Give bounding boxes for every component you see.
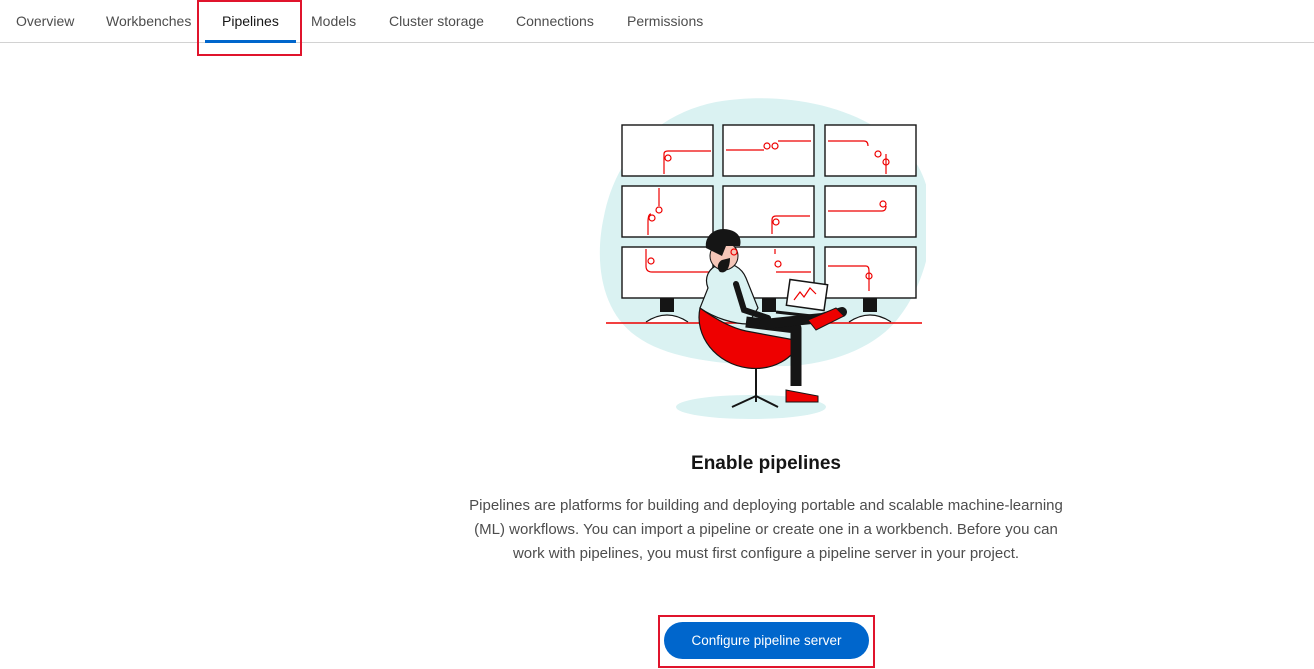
person-at-monitors-illustration [599, 98, 926, 419]
tab-label: Cluster storage [389, 13, 484, 29]
tab-label: Models [311, 13, 357, 29]
empty-state-description: Pipelines are platforms for building and… [469, 497, 1063, 562]
configure-pipeline-server-button[interactable]: Configure pipeline server [664, 622, 869, 659]
tab-label: Overview [16, 13, 75, 29]
tab-pipelines[interactable]: Pipelines [205, 0, 296, 43]
tab-cluster-storage[interactable]: Cluster storage [389, 0, 484, 42]
tab-overview[interactable]: Overview [16, 0, 74, 42]
tab-permissions[interactable]: Permissions [627, 0, 703, 42]
tab-label: Permissions [627, 13, 704, 29]
tab-connections[interactable]: Connections [516, 0, 594, 42]
tab-label: Connections [516, 13, 594, 29]
tab-label: Pipelines [222, 13, 279, 29]
tab-label: Workbenches [106, 13, 192, 29]
tab-models[interactable]: Models [311, 0, 356, 42]
empty-state-title: Enable pipelines [691, 453, 841, 474]
tab-active-indicator [205, 40, 296, 43]
project-tabs: Overview Workbenches Pipelines Models Cl… [0, 0, 1314, 43]
tab-workbenches[interactable]: Workbenches [106, 0, 191, 42]
